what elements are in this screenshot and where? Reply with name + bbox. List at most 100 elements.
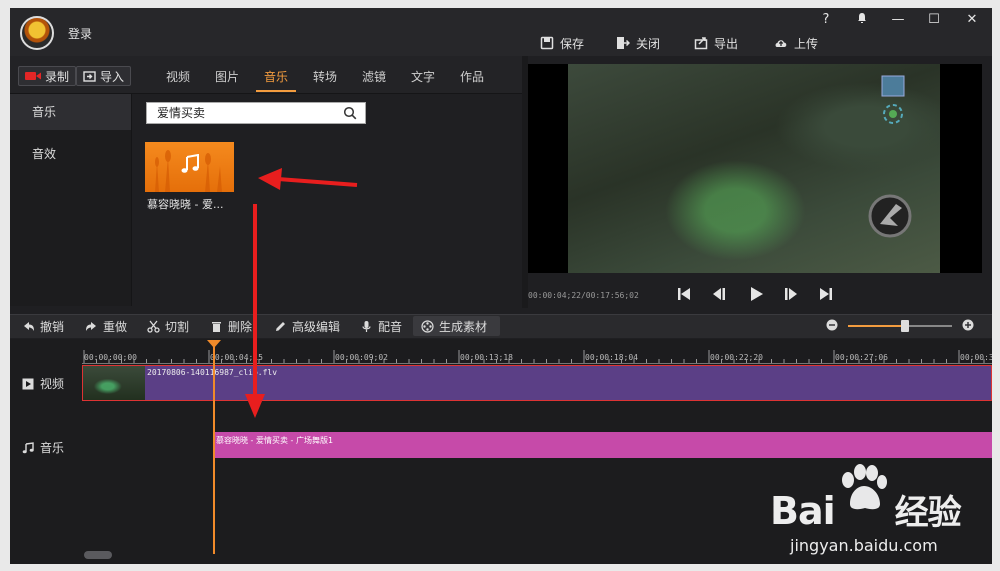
active-tab-indicator (256, 90, 296, 92)
watermark-brand-main: Bai (770, 489, 836, 533)
upload-label: 上传 (794, 36, 819, 51)
save-icon (540, 36, 554, 50)
music-track-text: 音乐 (40, 441, 65, 455)
upload-button[interactable]: 上传 (774, 34, 818, 52)
zoom-in-icon[interactable] (962, 319, 974, 331)
search-icon[interactable] (343, 106, 357, 120)
save-button[interactable]: 保存 (540, 34, 584, 52)
music-clip-name: 慕容晓晓 - 爱情买卖 - 广场舞版1 (216, 436, 334, 445)
advanced-edit-button[interactable]: 高级编辑 (274, 318, 340, 334)
hud-map-icon (881, 75, 905, 124)
zoom-slider-thumb[interactable] (901, 320, 910, 332)
video-clip-thumbnail (83, 366, 145, 400)
video-editor-window: 登录 ? — ☐ ✕ 保存 关闭 导出 上传 录制 导入 视频 图片 音乐 转场… (10, 8, 992, 564)
delete-button[interactable]: 删除 (210, 318, 252, 334)
music-note-small-icon (22, 441, 34, 453)
music-note-icon (181, 154, 199, 173)
title-bar (10, 8, 992, 56)
zoom-slider-fill (848, 325, 906, 327)
music-track-label: 音乐 (22, 439, 64, 456)
zoom-out-icon[interactable] (826, 319, 838, 331)
video-play-icon (22, 378, 34, 389)
tab-image[interactable]: 图片 (215, 68, 239, 85)
close-window-button[interactable]: ✕ (962, 12, 982, 28)
undo-label: 撤销 (40, 319, 65, 334)
login-link[interactable]: 登录 (68, 25, 92, 42)
tick-label: 00:00:00;00 (84, 353, 137, 362)
share-icon (694, 37, 708, 50)
redo-icon (86, 321, 96, 331)
watermark-brand-suffix: 经验 (894, 493, 962, 533)
music-search-input[interactable]: 爱情买卖 (146, 102, 366, 124)
film-reel-icon (421, 319, 434, 333)
tab-video[interactable]: 视频 (166, 68, 190, 85)
playhead-handle[interactable] (207, 340, 221, 348)
video-track-text: 视频 (40, 377, 65, 391)
pencil-icon (276, 321, 285, 331)
close-project-button[interactable]: 关闭 (616, 34, 660, 52)
tick-label: 00:00:09;02 (335, 353, 388, 362)
delete-label: 删除 (228, 319, 253, 334)
import-label: 导入 (100, 69, 125, 84)
record-button[interactable]: 录制 (18, 66, 77, 86)
skin-button[interactable] (852, 12, 872, 28)
help-button[interactable]: ? (816, 12, 836, 28)
watermark-url: jingyan.baidu.com (790, 536, 938, 555)
tick-label: 00:00:13;18 (460, 353, 513, 362)
redo-label: 重做 (103, 319, 128, 334)
undo-button[interactable]: 撤销 (22, 318, 64, 334)
bell-icon (858, 13, 866, 23)
video-frame (568, 64, 940, 273)
tab-works[interactable]: 作品 (460, 68, 484, 85)
timeline-scrollbar[interactable] (84, 551, 112, 559)
redo-button[interactable]: 重做 (85, 318, 127, 334)
tab-music[interactable]: 音乐 (264, 68, 288, 85)
microphone-icon (362, 320, 371, 332)
save-label: 保存 (560, 36, 585, 51)
import-icon (83, 70, 96, 82)
record-camera-icon (25, 72, 41, 80)
playback-timecode: 00:00:04;22/00:17:56;02 (528, 291, 639, 300)
minimize-button[interactable]: — (888, 12, 908, 28)
trash-icon (212, 321, 221, 332)
play-icon[interactable] (747, 285, 765, 303)
skip-to-end-icon[interactable] (817, 285, 835, 303)
user-avatar[interactable] (20, 16, 54, 50)
previous-frame-icon[interactable] (710, 285, 728, 303)
minimap-icon (868, 194, 912, 238)
dub-label: 配音 (378, 319, 403, 334)
dub-button[interactable]: 配音 (360, 318, 402, 334)
tab-filter[interactable]: 滤镜 (362, 68, 386, 85)
close-label: 关闭 (636, 36, 661, 51)
maximize-button[interactable]: ☐ (924, 12, 944, 28)
export-button[interactable]: 导出 (694, 34, 738, 52)
generate-material-button[interactable]: 生成素材 (421, 318, 487, 334)
cut-button[interactable]: 切割 (147, 318, 189, 334)
tick-label: 00:00:04;15 (210, 353, 263, 362)
next-frame-icon[interactable] (782, 285, 800, 303)
cut-label: 切割 (165, 319, 190, 334)
logout-icon (617, 37, 630, 49)
generate-label: 生成素材 (439, 319, 488, 334)
scissors-icon (147, 320, 160, 333)
tick-label: 00:00:18;04 (585, 353, 638, 362)
tick-label: 00:00:22;20 (710, 353, 763, 362)
music-thumbnail-label: 慕容晓晓 - 爱... (147, 198, 224, 211)
advanced-edit-label: 高级编辑 (292, 319, 341, 334)
sidebar-item-music[interactable]: 音乐 (10, 94, 131, 130)
music-thumbnail[interactable] (145, 142, 234, 192)
export-label: 导出 (714, 36, 739, 51)
record-label: 录制 (45, 69, 70, 84)
undo-icon (24, 321, 34, 331)
tab-transition[interactable]: 转场 (313, 68, 337, 85)
video-track-label: 视频 (22, 375, 64, 392)
tick-label: 00:00:3 (960, 353, 992, 362)
tab-text[interactable]: 文字 (411, 68, 435, 85)
watermark-brand: Bai 经验 (770, 485, 962, 534)
video-preview[interactable] (528, 64, 982, 273)
cloud-upload-icon (775, 40, 787, 47)
import-button[interactable]: 导入 (76, 66, 132, 86)
sidebar-item-sound-effects[interactable]: 音效 (10, 136, 131, 172)
playhead-line[interactable] (213, 342, 215, 554)
skip-to-start-icon[interactable] (675, 285, 693, 303)
